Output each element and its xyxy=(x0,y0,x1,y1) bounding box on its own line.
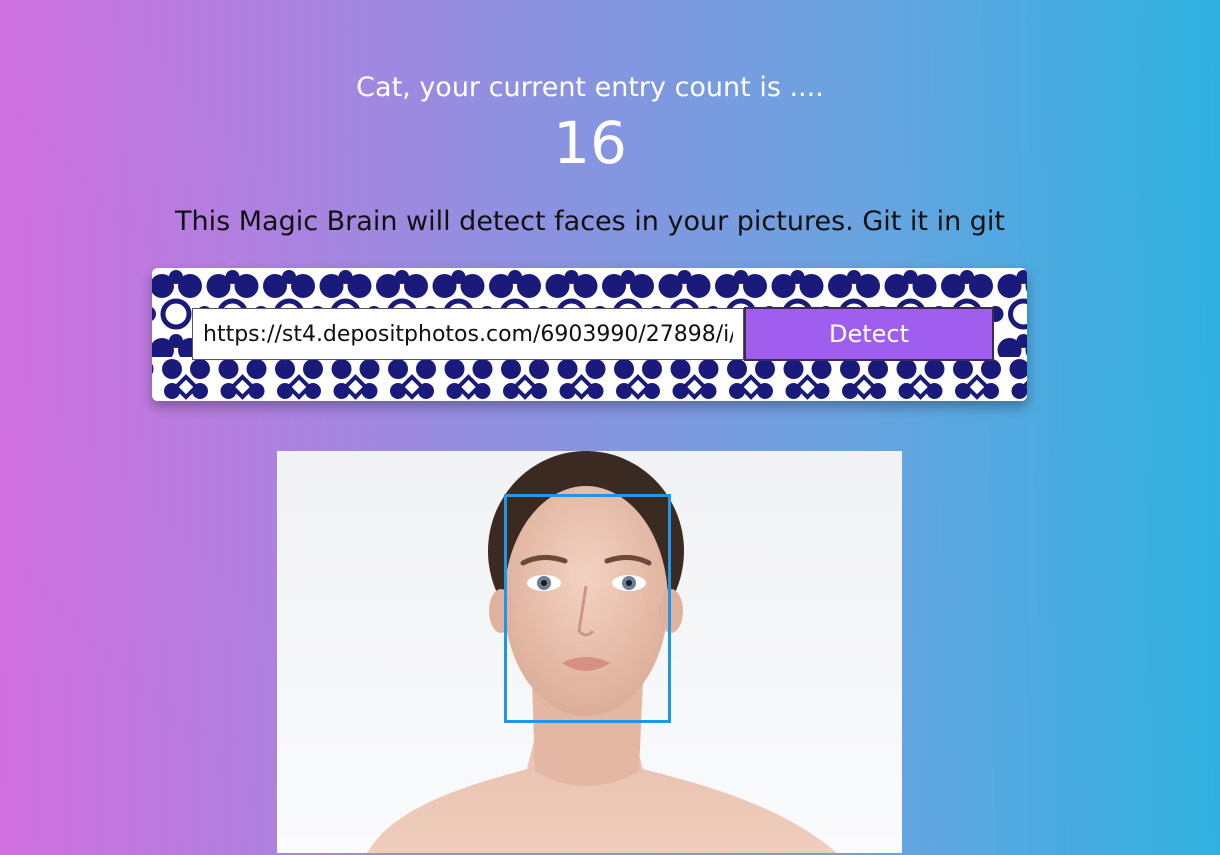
face-bounding-box xyxy=(504,494,671,723)
image-link-form: Detect xyxy=(152,268,1027,401)
app-tagline: This Magic Brain will detect faces in yo… xyxy=(174,206,1006,237)
entry-count-message: Cat, your current entry count is .... xyxy=(356,72,824,103)
entry-count-value: 16 xyxy=(553,109,627,177)
image-url-input[interactable] xyxy=(192,308,744,360)
detect-button[interactable]: Detect xyxy=(744,307,994,361)
face-recognition-image xyxy=(277,451,902,853)
